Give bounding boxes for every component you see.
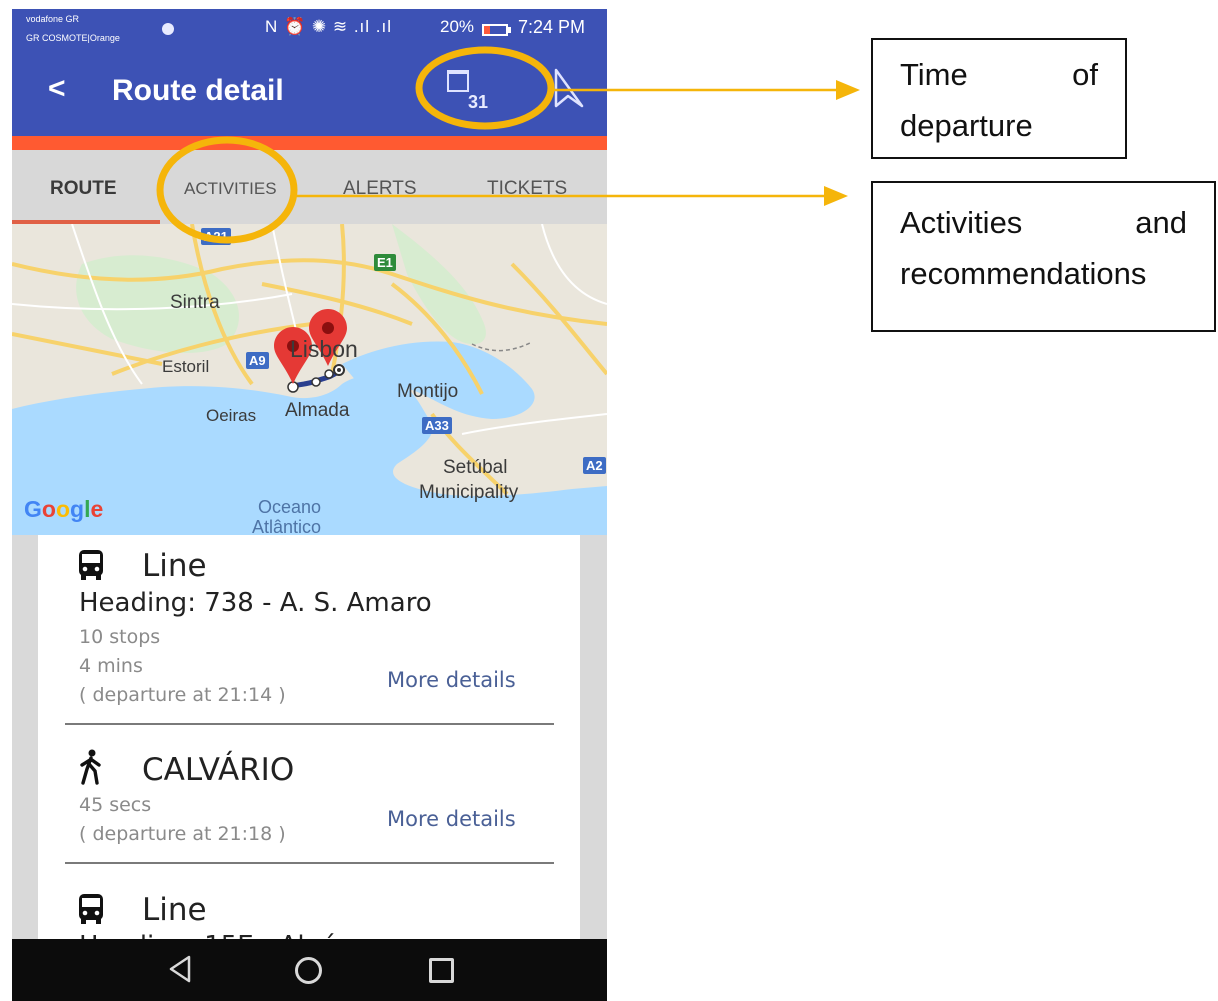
tab-alerts[interactable]: ALERTS (343, 178, 417, 200)
map-label-municipality: Municipality (419, 482, 519, 503)
road-shield-e1: E1 (374, 254, 396, 271)
navigation-arrow-icon[interactable] (552, 66, 586, 110)
carrier-name: vodafone GR (26, 14, 80, 24)
page-title: Route detail (112, 74, 284, 107)
step-duration: 4 mins (79, 655, 143, 677)
calendar-icon[interactable] (447, 70, 469, 92)
home-circle-icon[interactable] (295, 957, 322, 984)
divider (65, 723, 554, 725)
status-clock: 7:24 PM (518, 17, 586, 37)
battery-icon (482, 24, 508, 36)
step-stops: 10 stops (79, 626, 161, 648)
map-label-sintra: Sintra (170, 292, 220, 313)
arrow-head-activities (824, 186, 848, 206)
step-departure: ( departure at 21:18 ) (79, 823, 286, 845)
road-shield-a21: A21 (201, 228, 231, 245)
system-nav-bar (12, 939, 607, 1001)
divider (65, 862, 554, 864)
calendar-day[interactable]: 31 (468, 92, 488, 113)
back-arrow-icon[interactable]: < (48, 72, 66, 106)
map-label-almada: Almada (285, 400, 350, 421)
tab-activities[interactable]: ACTIVITIES (184, 179, 277, 199)
logo-letter: G (24, 496, 42, 522)
map-label-setubal: Setúbal (443, 457, 508, 478)
back-triangle-icon[interactable] (167, 953, 193, 985)
phone-screen: vodafone GR GR COSMOTE|Orange N ⏰ ✺ ≋ .ı… (12, 9, 607, 1001)
map-label-montijo: Montijo (397, 381, 459, 402)
map-label-oeiras: Oeiras (206, 406, 257, 425)
step-duration: 45 secs (79, 794, 152, 816)
battery-tip (508, 27, 511, 33)
step-heading: Heading: 738 - A. S. Amaro (79, 588, 432, 618)
annotation-text: Activities (900, 205, 1023, 240)
arrow-head-departure (836, 80, 860, 100)
annotation-text: departure (900, 108, 1033, 143)
road-shield-a33: A33 (422, 417, 452, 434)
road-shield-a2: A2 (583, 457, 606, 474)
more-details-link[interactable]: More details (387, 807, 516, 831)
tab-route[interactable]: ROUTE (50, 178, 117, 200)
logo-letter: o (55, 496, 71, 522)
tab-bar: ROUTE ACTIVITIES ALERTS TICKETS (12, 150, 607, 224)
walk-icon (80, 749, 101, 785)
step-heading: Heading: 15E - Algés (79, 931, 351, 939)
annotation-text: recommendations (900, 256, 1147, 291)
recent-apps-icon[interactable] (429, 958, 454, 983)
map-label-estoril: Estoril (162, 357, 210, 376)
step-title: Line (142, 548, 207, 584)
logo-letter: o (41, 496, 56, 522)
route-map[interactable]: A21 E1 A9 A33 A2 Sintra Estoril Oeiras L… (12, 224, 607, 535)
annotation-departure: Time of departure (871, 38, 1127, 159)
bus-icon (79, 894, 103, 924)
step-title: Line (142, 892, 207, 928)
more-details-link[interactable]: More details (387, 668, 516, 692)
battery-percent: 20% (440, 17, 475, 36)
route-steps-list: Line Heading: 738 - A. S. Amaro 10 stops… (38, 535, 580, 939)
accent-strip (12, 136, 607, 150)
step-title: CALVÁRIO (142, 752, 295, 788)
map-label-lisbon: Lisbon (290, 336, 358, 362)
annotation-activities: Activities and recommendations (871, 181, 1216, 332)
logo-letter: g (70, 496, 85, 522)
map-label-ocean: Oceano (258, 497, 322, 517)
tab-tickets[interactable]: TICKETS (487, 178, 567, 200)
notification-dot-icon (162, 23, 174, 35)
annotation-text: Time (900, 57, 968, 92)
map-label-atlantic: Atlântico (252, 517, 322, 535)
status-bar: vodafone GR GR COSMOTE|Orange N ⏰ ✺ ≋ .ı… (12, 9, 607, 50)
carrier-name-secondary: GR COSMOTE|Orange (26, 33, 120, 43)
google-logo: Google (24, 496, 103, 523)
status-icons: N ⏰ ✺ ≋ .ıl .ıl (265, 17, 392, 36)
app-bar: < Route detail 31 (12, 50, 607, 136)
annotation-text: of (1072, 57, 1098, 92)
annotation-text: and (1135, 205, 1187, 240)
logo-letter: e (90, 496, 104, 522)
road-shield-a9: A9 (246, 352, 269, 369)
bus-icon (79, 550, 103, 580)
step-departure: ( departure at 21:14 ) (79, 684, 286, 706)
